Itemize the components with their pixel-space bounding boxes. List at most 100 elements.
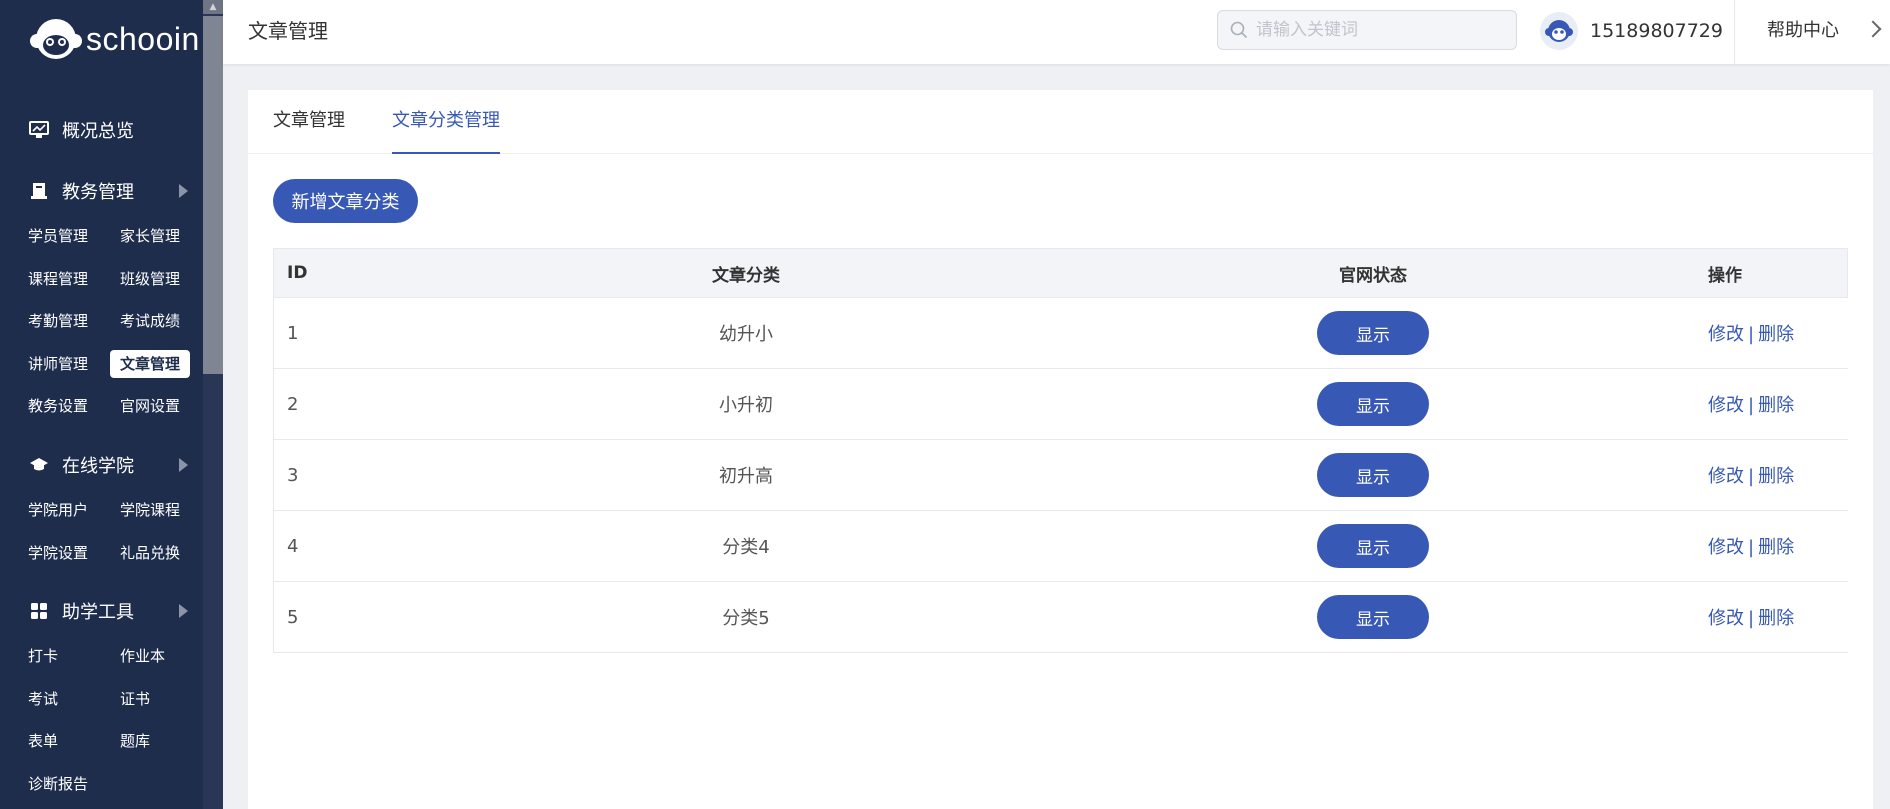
sidebar: schooin 概况总览 教务管理 学员管理 家长管理 课程管理 班级管理 考勤… [0,0,223,809]
header-divider [1734,0,1735,64]
sidebar-item-forms[interactable]: 表单 [18,727,68,755]
help-center-link[interactable]: 帮助中心 [1767,0,1839,62]
nav-academic[interactable]: 教务管理 [28,178,188,204]
sidebar-item-teachers[interactable]: 讲师管理 [18,350,98,378]
edit-link[interactable]: 修改 [1708,324,1744,345]
cell-category: 幼升小 [719,324,773,345]
sidebar-item-attendance[interactable]: 考勤管理 [18,307,98,335]
search-icon [1230,21,1248,39]
sidebar-item-diagnostic-report[interactable]: 诊断报告 [18,770,98,798]
column-header-id: ID [287,263,308,283]
tab-article-management[interactable]: 文章管理 [273,90,345,154]
nav-overview-label: 概况总览 [62,121,134,142]
cell-category: 小升初 [719,395,773,416]
status-toggle-button[interactable]: 显示 [1317,524,1429,568]
sidebar-item-academy-courses[interactable]: 学院课程 [110,496,190,524]
sidebar-item-certificate[interactable]: 证书 [110,685,160,713]
expand-arrow-icon [179,458,188,472]
edit-link[interactable]: 修改 [1708,466,1744,487]
sidebar-item-question-bank[interactable]: 题库 [110,727,160,755]
column-header-actions: 操作 [1708,265,1742,286]
nav-overview[interactable]: 概况总览 [28,117,188,143]
cell-category: 初升高 [719,466,773,487]
column-header-status: 官网状态 [1339,265,1407,286]
cell-category: 分类5 [722,608,770,629]
grid-icon [28,600,50,622]
brand-name: schooin [86,20,200,57]
cell-id: 4 [287,535,299,557]
delete-link[interactable]: 删除 [1758,466,1794,487]
nav-academic-label: 教务管理 [62,182,134,203]
cell-id: 2 [287,393,299,415]
cell-id: 5 [287,606,299,628]
edit-link[interactable]: 修改 [1708,608,1744,629]
status-toggle-button[interactable]: 显示 [1317,382,1429,426]
sidebar-item-students[interactable]: 学员管理 [18,222,98,250]
page-title: 文章管理 [248,19,328,43]
status-toggle-button[interactable]: 显示 [1317,595,1429,639]
action-separator: | [1748,537,1755,558]
nav-learning-tools-label: 助学工具 [62,602,134,623]
scrollbar-thumb[interactable] [203,16,223,374]
nav-online-academy-label: 在线学院 [62,456,134,477]
expand-arrow-icon [179,604,188,618]
sidebar-item-courses[interactable]: 课程管理 [18,265,98,293]
add-category-button[interactable]: 新增文章分类 [273,179,418,223]
sidebar-item-academic-settings[interactable]: 教务设置 [18,392,98,420]
search-input[interactable] [1256,20,1506,40]
tab-bar: 文章管理 文章分类管理 [248,90,1873,154]
table-header: ID 文章分类 官网状态 操作 [273,248,1848,298]
edit-link[interactable]: 修改 [1708,537,1744,558]
cell-category: 分类4 [722,537,770,558]
action-separator: | [1748,608,1755,629]
monkey-logo-icon [30,19,82,59]
nav-online-academy[interactable]: 在线学院 [28,452,188,478]
monitor-icon [28,119,50,141]
avatar[interactable] [1540,12,1578,50]
sidebar-item-website-settings[interactable]: 官网设置 [110,392,190,420]
sidebar-item-checkin[interactable]: 打卡 [18,642,68,670]
action-separator: | [1748,324,1755,345]
graduation-cap-icon [28,454,50,476]
logo[interactable]: schooin [28,14,200,64]
action-separator: | [1748,395,1755,416]
table-row: 5 分类5 显示 修改 | 删除 [273,582,1848,653]
action-separator: | [1748,466,1755,487]
cell-id: 3 [287,464,299,486]
category-table: ID 文章分类 官网状态 操作 1 幼升小 显示 修改 | 删除 2 小升初 显示 … [273,248,1848,653]
sidebar-item-homework[interactable]: 作业本 [110,642,175,670]
sidebar-item-exam-scores[interactable]: 考试成绩 [110,307,190,335]
scroll-up-icon[interactable]: ▲ [203,0,223,14]
column-header-category: 文章分类 [712,265,780,286]
sidebar-scrollbar[interactable]: ▲ [203,0,223,809]
sidebar-item-classes[interactable]: 班级管理 [110,265,190,293]
delete-link[interactable]: 删除 [1758,395,1794,416]
sidebar-item-gift-exchange[interactable]: 礼品兑换 [110,539,190,567]
cell-id: 1 [287,322,299,344]
sidebar-item-exam[interactable]: 考试 [18,685,68,713]
nav-learning-tools[interactable]: 助学工具 [28,598,188,624]
top-header: 文章管理 15189807729 帮助中心 [223,0,1890,64]
sidebar-item-academy-users[interactable]: 学院用户 [18,496,98,524]
sidebar-item-parents[interactable]: 家长管理 [110,222,190,250]
search-box[interactable] [1217,10,1517,50]
sidebar-item-academy-settings[interactable]: 学院设置 [18,539,98,567]
edit-link[interactable]: 修改 [1708,395,1744,416]
table-row: 4 分类4 显示 修改 | 删除 [273,511,1848,582]
user-menu[interactable]: 15189807729 [1540,12,1723,50]
delete-link[interactable]: 删除 [1758,324,1794,345]
delete-link[interactable]: 删除 [1758,608,1794,629]
status-toggle-button[interactable]: 显示 [1317,311,1429,355]
delete-link[interactable]: 删除 [1758,537,1794,558]
expand-arrow-icon [179,184,188,198]
status-toggle-button[interactable]: 显示 [1317,453,1429,497]
tab-article-category-management[interactable]: 文章分类管理 [392,90,500,154]
sidebar-item-articles[interactable]: 文章管理 [110,350,191,378]
chevron-right-icon[interactable] [1864,20,1882,38]
content-panel: 文章管理 文章分类管理 新增文章分类 ID 文章分类 官网状态 操作 1 幼升小… [248,90,1873,809]
table-row: 2 小升初 显示 修改 | 删除 [273,369,1848,440]
table-row: 1 幼升小 显示 修改 | 删除 [273,298,1848,369]
table-row: 3 初升高 显示 修改 | 删除 [273,440,1848,511]
user-phone: 15189807729 [1590,20,1723,42]
book-icon [28,180,50,202]
